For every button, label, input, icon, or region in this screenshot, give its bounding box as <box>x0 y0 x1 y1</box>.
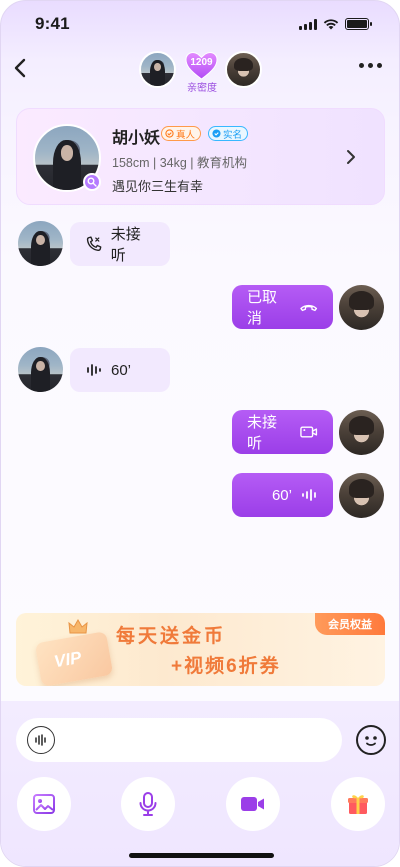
intimacy-indicator[interactable]: 1209 亲密度 <box>139 51 265 94</box>
message-voice[interactable]: 60’ <box>70 348 170 392</box>
voice-duration: 60’ <box>271 486 292 504</box>
message-missed-voice-call[interactable]: 未接听 <box>70 222 170 266</box>
voice-message-button[interactable] <box>121 777 175 831</box>
gift-button[interactable] <box>331 777 385 831</box>
message-cancelled-call[interactable]: 已取消 <box>232 285 333 329</box>
verified-check-icon <box>165 129 174 138</box>
message-text: 未接听 <box>110 226 141 264</box>
profile-meta: 158cm | 34kg | 教育机构 <box>112 156 248 170</box>
voice-wave-icon <box>302 489 316 501</box>
my-avatar[interactable] <box>339 285 384 330</box>
phone-hangup-icon <box>299 304 317 312</box>
chevron-left-icon <box>14 58 26 78</box>
signal-icon <box>299 18 317 30</box>
more-button[interactable] <box>359 63 382 68</box>
chat-screen: 9:41 1209 亲密度 胡小妖 真人 实名 158cm | 34kg | 教… <box>0 0 400 867</box>
intimacy-label: 亲密度 <box>187 83 217 94</box>
chevron-right-icon <box>347 150 355 164</box>
status-time: 9:41 <box>35 14 70 33</box>
search-badge-icon <box>83 173 101 191</box>
profile-card[interactable]: 胡小妖 真人 实名 158cm | 34kg | 教育机构 遇见你三生有幸 <box>16 108 385 205</box>
smiley-icon <box>365 736 377 746</box>
composer-area <box>1 701 399 866</box>
image-button[interactable] <box>17 777 71 831</box>
video-call-icon <box>299 426 317 438</box>
image-icon <box>33 794 55 814</box>
contact-avatar[interactable] <box>18 347 63 392</box>
emoji-button[interactable] <box>356 725 386 755</box>
video-camera-icon <box>241 797 264 811</box>
my-avatar[interactable] <box>339 410 384 455</box>
battery-icon <box>345 18 372 30</box>
vip-promo-banner[interactable]: 会员权益 VIP 每天送金币 +视频6折券 <box>16 613 385 686</box>
more-dot <box>377 63 382 68</box>
my-avatar-small <box>225 51 262 88</box>
home-indicator <box>129 853 274 858</box>
phone-missed-icon <box>86 236 102 251</box>
vip-badge: VIP <box>52 647 83 672</box>
voice-wave-icon <box>87 364 101 376</box>
status-icons <box>299 18 372 30</box>
voice-input-toggle[interactable] <box>27 726 55 754</box>
message-missed-video-call[interactable]: 未接听 <box>232 410 333 454</box>
message-voice-sent[interactable]: 60’ <box>232 473 333 517</box>
voice-duration: 60’ <box>111 361 132 379</box>
real-name-label: 实名 <box>223 129 243 141</box>
status-bar: 9:41 <box>1 1 399 47</box>
chat-header: 1209 亲密度 <box>1 47 399 94</box>
contact-avatar[interactable] <box>18 221 63 266</box>
contact-avatar-small <box>139 51 176 88</box>
message-text: 未接听 <box>247 414 278 452</box>
more-dot <box>368 63 373 68</box>
microphone-icon <box>139 792 157 816</box>
wifi-icon <box>323 19 339 30</box>
more-dots-icon <box>359 63 364 68</box>
profile-motto: 遇见你三生有幸 <box>112 179 204 194</box>
vip-headline: 每天送金币 <box>116 626 227 647</box>
id-check-icon <box>212 129 221 138</box>
intimacy-value: 1209 <box>190 57 213 68</box>
message-input[interactable] <box>16 718 342 762</box>
real-name-badge: 实名 <box>208 126 249 141</box>
gift-icon <box>348 795 368 814</box>
video-call-button[interactable] <box>226 777 280 831</box>
profile-name: 胡小妖 <box>112 130 161 147</box>
vip-subline: +视频6折券 <box>171 656 281 677</box>
voice-wave-icon <box>35 734 46 746</box>
back-button[interactable] <box>13 57 35 81</box>
vip-card-icon: VIP <box>34 631 114 686</box>
my-avatar[interactable] <box>339 473 384 518</box>
crown-icon <box>68 619 88 634</box>
vip-ribbon: 会员权益 <box>315 613 385 635</box>
real-person-badge: 真人 <box>161 126 202 141</box>
real-person-label: 真人 <box>176 129 196 141</box>
message-text: 已取消 <box>247 289 278 327</box>
